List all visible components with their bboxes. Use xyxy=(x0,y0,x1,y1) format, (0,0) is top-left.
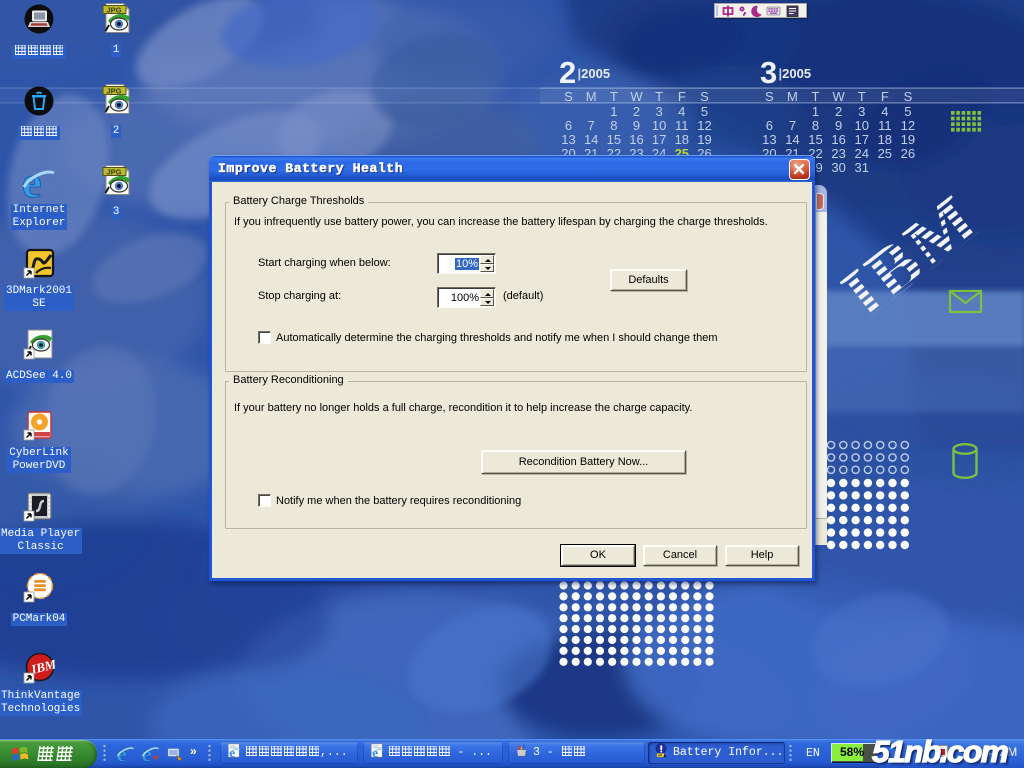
svg-text:JPG: JPG xyxy=(107,6,122,15)
svg-text:JPG: JPG xyxy=(107,168,122,177)
svg-text:JPG: JPG xyxy=(107,87,122,96)
